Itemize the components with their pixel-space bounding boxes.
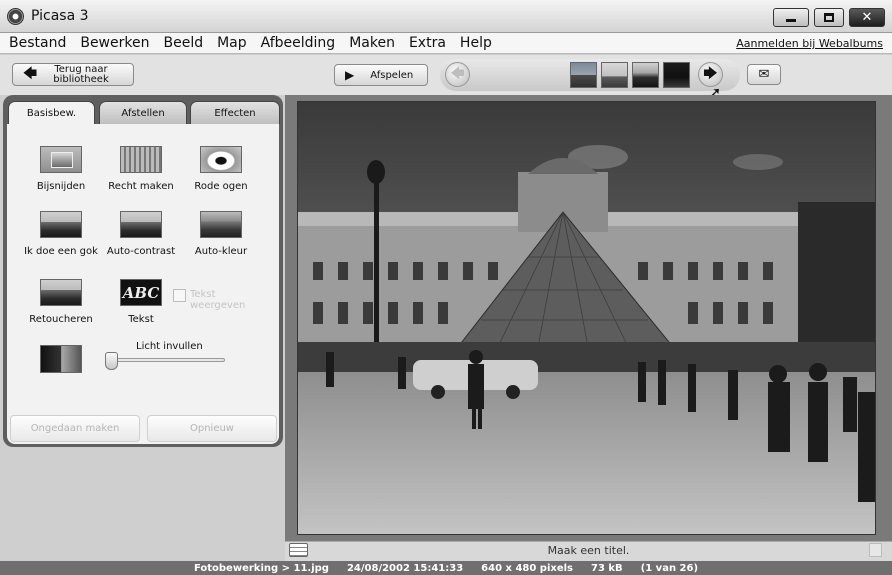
left-bottom-area	[0, 447, 285, 561]
menu-beeld[interactable]: Beeld	[156, 35, 210, 51]
crop-icon	[40, 146, 82, 173]
eye-icon	[200, 146, 242, 173]
maximize-button[interactable]	[814, 8, 844, 27]
tab-adjust[interactable]: Afstellen	[99, 101, 187, 124]
thumbnail-3[interactable]	[632, 62, 659, 88]
thumbnail-1[interactable]	[570, 62, 597, 88]
auto-contrast-tool[interactable]: Auto-contrast	[103, 211, 179, 257]
trash-icon[interactable]	[869, 543, 882, 557]
picasa-logo-icon	[7, 8, 24, 25]
minimize-button[interactable]	[773, 8, 809, 27]
previous-photo-button[interactable]: 🡄	[445, 62, 470, 87]
menu-map[interactable]: Map	[210, 35, 254, 51]
auto-color-label: Auto-kleur	[194, 246, 248, 257]
redeye-label: Rode ogen	[194, 181, 248, 192]
maximize-icon	[824, 13, 834, 22]
retouch-icon	[40, 279, 82, 306]
show-text-label: Tekst weergeven	[190, 289, 246, 311]
caption-input[interactable]: Maak een titel.	[285, 544, 892, 557]
back-button-label: Terug naar bibliotheek	[53, 63, 109, 85]
straighten-tool[interactable]: Recht maken	[103, 146, 179, 192]
arrow-left-icon: 🡄	[450, 65, 465, 82]
status-dimensions: 640 x 480 pixels	[481, 562, 573, 574]
text-label: Tekst	[128, 314, 154, 325]
status-position: (1 van 26)	[640, 562, 699, 574]
close-icon: ✕	[861, 10, 873, 25]
menu-afbeelding[interactable]: Afbeelding	[254, 35, 343, 51]
menu-extra[interactable]: Extra	[402, 35, 453, 51]
back-arrow-icon: 🡄	[22, 65, 38, 82]
share-icon: ✉	[758, 67, 770, 82]
feeling-lucky-label: Ik doe een gok	[24, 246, 98, 257]
menu-bar: Bestand Bewerken Beeld Map Afbeelding Ma…	[0, 33, 892, 54]
auto-color-icon	[200, 211, 242, 238]
status-size: 73 kB	[591, 562, 623, 574]
straighten-label: Recht maken	[108, 181, 174, 192]
auto-color-tool[interactable]: Auto-kleur	[183, 211, 259, 257]
menu-maken[interactable]: Maken	[342, 35, 402, 51]
status-bar: Fotobewerking > 11.jpg 24/08/2002 15:41:…	[0, 561, 892, 575]
show-text-checkbox[interactable]	[173, 289, 186, 302]
menu-bestand[interactable]: Bestand	[0, 35, 73, 51]
undo-button[interactable]: Ongedaan maken	[10, 415, 140, 442]
auto-contrast-icon	[120, 211, 162, 238]
feeling-lucky-tool[interactable]: Ik doe een gok	[17, 211, 105, 257]
play-button-label: Afspelen	[370, 69, 414, 81]
feeling-lucky-icon	[40, 211, 82, 238]
text-abc-icon: ABC	[120, 279, 162, 306]
status-datetime: 24/08/2002 15:41:33	[346, 562, 464, 574]
tab-basic[interactable]: Basisbew.	[8, 101, 95, 125]
crop-tool[interactable]: Bijsnijden	[23, 146, 99, 192]
straighten-icon	[120, 146, 162, 173]
close-button[interactable]: ✕	[849, 8, 885, 27]
thumbnail-4[interactable]	[663, 62, 690, 88]
back-to-library-button[interactable]: 🡄 Terug naar bibliotheek	[12, 63, 134, 86]
text-tool[interactable]: ABC Tekst	[103, 279, 179, 325]
fill-light-slider-thumb[interactable]	[105, 352, 118, 370]
redo-button[interactable]: Opnieuw	[147, 415, 277, 442]
photo[interactable]	[297, 101, 876, 535]
play-button[interactable]: ▶ Afspelen	[334, 64, 428, 86]
thumbnail-2[interactable]	[601, 62, 628, 88]
minimize-icon	[786, 19, 796, 22]
retouch-label: Retoucheren	[29, 314, 93, 325]
retouch-tool[interactable]: Retoucheren	[23, 279, 99, 325]
fill-light-slider-track[interactable]	[108, 358, 225, 362]
fill-light-icon	[40, 345, 82, 373]
auto-contrast-label: Auto-contrast	[106, 246, 176, 257]
crop-label: Bijsnijden	[36, 181, 86, 192]
share-button[interactable]: ✉	[747, 64, 781, 85]
status-path: Fotobewerking > 11.jpg	[193, 562, 329, 574]
louvre-photo	[298, 102, 875, 534]
window-title: Picasa 3	[31, 8, 89, 24]
play-icon: ▶	[345, 68, 355, 82]
menu-help[interactable]: Help	[453, 35, 499, 51]
title-bar: Picasa 3 ✕	[0, 0, 892, 33]
tab-effects[interactable]: Effecten	[190, 101, 280, 124]
menu-bewerken[interactable]: Bewerken	[73, 35, 156, 51]
redeye-tool[interactable]: Rode ogen	[183, 146, 259, 192]
signin-link[interactable]: Aanmelden bij Webalbums	[736, 37, 883, 50]
fill-light-label: Licht invullen	[136, 341, 203, 352]
